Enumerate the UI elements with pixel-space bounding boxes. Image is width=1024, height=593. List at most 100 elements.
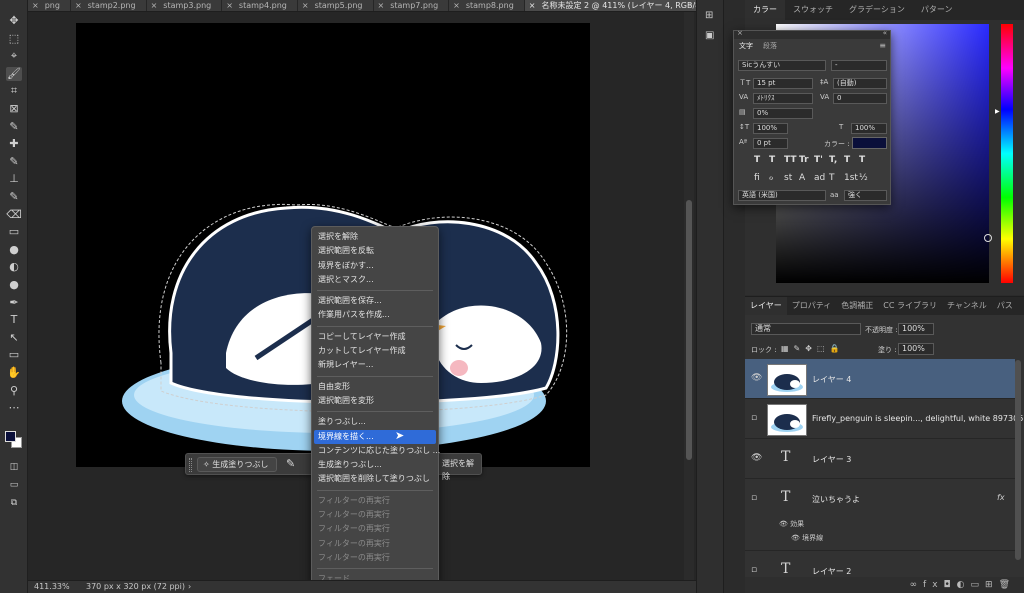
layer-name[interactable]: 泣いちゃうよ (812, 494, 860, 505)
tab-close-icon[interactable]: × (151, 0, 158, 11)
layers-panel-tab[interactable]: チャンネル (942, 297, 992, 315)
eye-icon[interactable]: 👁 (751, 453, 762, 463)
layer-row[interactable]: ▫ Firefly_penguin is sleepin..., delightf… (745, 399, 1023, 439)
menu-item[interactable]: 選択範囲を保存... (312, 294, 438, 308)
language-select[interactable]: 英語 (米国) (738, 190, 826, 201)
document-tab[interactable]: × stamp8.png (449, 0, 525, 11)
tool-icon[interactable]: ✎ (6, 190, 22, 204)
type-style-button[interactable]: T, (829, 155, 837, 165)
tool-icon[interactable]: ⊠ (6, 102, 22, 116)
tool-icon[interactable]: ✎ (6, 155, 22, 169)
visibility-toggle[interactable]: ▫ (751, 413, 757, 423)
history-icon[interactable]: ⊞ (705, 10, 713, 21)
antialias-select[interactable]: 強く (844, 190, 887, 201)
color-picker-marker[interactable] (984, 234, 992, 242)
brush-icon[interactable]: ✎ (286, 457, 295, 470)
eye-icon[interactable]: 👁 (751, 373, 762, 383)
tab-overflow-icon[interactable]: » (687, 0, 692, 9)
opentype-button[interactable]: ℴ (769, 173, 773, 183)
layer-name[interactable]: レイヤー 4 (812, 374, 851, 385)
quick-mask-icon[interactable]: ◫ (6, 460, 22, 474)
collapse-icon[interactable]: « (883, 29, 887, 37)
document-tab[interactable]: × stamp7.png (374, 0, 450, 11)
tool-icon[interactable]: ▭ (6, 348, 22, 362)
tool-icon[interactable]: ▭ (6, 225, 22, 239)
blend-mode-select[interactable]: 通常 (751, 323, 861, 335)
screen-mode-icon[interactable]: ▭ (6, 478, 22, 492)
layers-scrollbar[interactable] (1015, 360, 1021, 560)
menu-item[interactable]: 塗りつぶし... (312, 415, 438, 429)
opentype-button[interactable]: ad (814, 173, 825, 183)
lock-icons[interactable]: ▦✎✥⬚🔒 (781, 344, 844, 353)
fx-badge[interactable]: fx (997, 493, 1005, 502)
color-panel-tab[interactable]: カラー (745, 0, 785, 20)
document-tab[interactable]: × stamp2.png (71, 0, 147, 11)
menu-item[interactable]: カットしてレイヤー作成 (312, 344, 438, 358)
type-style-button[interactable]: TT (784, 155, 797, 165)
opentype-button[interactable]: 1st (844, 173, 858, 183)
leading-field[interactable]: (自動) (833, 78, 887, 89)
panel-menu-icon[interactable]: ≡ (879, 41, 886, 50)
vertical-scale-field[interactable]: 100% (753, 123, 788, 134)
type-style-button[interactable]: T' (814, 155, 823, 165)
font-family-select[interactable]: Sicうんすい (738, 60, 826, 71)
layers-panel-tab[interactable]: CC ライブラリ (878, 297, 942, 315)
menu-item[interactable]: コピーしてレイヤー作成 (312, 330, 438, 344)
tab-close-icon[interactable]: × (453, 0, 460, 11)
visibility-toggle[interactable]: ▫ (751, 565, 757, 575)
menu-item[interactable]: 新規レイヤー... (312, 358, 438, 372)
color-panel-tab[interactable]: グラデーション (841, 0, 913, 20)
opacity-field[interactable]: 100% (898, 323, 934, 335)
opentype-button[interactable]: A (799, 173, 805, 183)
close-icon[interactable]: × (737, 29, 743, 37)
tab-close-icon[interactable]: × (32, 0, 39, 11)
layers-panel-tab[interactable]: プロパティ (787, 297, 837, 315)
drag-handle-icon[interactable] (189, 458, 192, 472)
tracking-field[interactable]: 0 (833, 93, 887, 104)
tab-close-icon[interactable]: × (75, 0, 82, 11)
foreground-color-swatch[interactable] (5, 431, 16, 442)
effects-label[interactable]: 👁 効果 (779, 519, 804, 529)
generative-fill-button[interactable]: ✧ 生成塗りつぶし (197, 457, 277, 472)
tool-icon[interactable]: ⊥ (6, 172, 22, 186)
tool-icon[interactable]: ⬚ (6, 32, 22, 46)
kerning-field[interactable]: ﾒﾄﾘｸｽ (753, 93, 813, 104)
tool-icon[interactable]: ↖ (6, 331, 22, 345)
horizontal-scale-field[interactable]: 100% (851, 123, 887, 134)
font-style-select[interactable]: - (831, 60, 887, 71)
text-color-swatch[interactable] (852, 137, 887, 149)
tool-icon[interactable]: ✎ (6, 120, 22, 134)
tool-icon[interactable]: ● (6, 243, 22, 257)
tab-close-icon[interactable]: × (302, 0, 309, 11)
baseline-shift-field[interactable]: 0 pt (753, 138, 788, 149)
font-size-field[interactable]: 15 pt (753, 78, 813, 89)
color-panel-tab[interactable]: スウォッチ (785, 0, 841, 20)
tab-paragraph[interactable]: 段落 (758, 39, 782, 53)
tool-icon[interactable]: ● (6, 278, 22, 292)
hue-slider-handle[interactable]: ▶ (995, 108, 1000, 115)
menu-item[interactable]: 選択を解除 (312, 230, 438, 244)
tool-icon[interactable]: ⋯ (6, 401, 22, 415)
tool-icon[interactable]: ✒ (6, 296, 22, 310)
color-panel-tab[interactable]: パターン (913, 0, 961, 20)
hue-slider[interactable] (1001, 24, 1013, 283)
tab-close-icon[interactable]: × (378, 0, 385, 11)
menu-item[interactable]: 境界線を描く... (314, 429, 436, 444)
opentype-button[interactable]: st (784, 173, 792, 183)
vertical-scroll-thumb[interactable] (686, 200, 692, 460)
type-style-button[interactable]: T (859, 155, 865, 165)
layers-panel-tab[interactable]: レイヤー (745, 297, 787, 315)
menu-item[interactable]: 選択範囲を反転 (312, 244, 438, 258)
visibility-toggle[interactable]: ▫ (751, 493, 757, 503)
document-tab[interactable]: × 名称未設定 2 @ 411% (レイヤー 4, RGB/8) * (524, 0, 696, 11)
type-style-button[interactable]: T (754, 155, 760, 165)
opentype-button[interactable]: ½ (859, 173, 868, 183)
layer-name[interactable]: レイヤー 2 (812, 566, 851, 577)
type-style-button[interactable]: Tr (799, 155, 809, 165)
zoom-level[interactable]: 411.33% (34, 581, 70, 593)
menu-item[interactable]: 自由変形 (312, 380, 438, 394)
layer-row[interactable]: ▫ T 泣いちゃうよ fx 👁 効果 👁 境界線 (745, 479, 1015, 551)
tool-icon[interactable]: T (6, 313, 22, 327)
tool-icon[interactable]: ✚ (6, 137, 22, 151)
menu-item[interactable]: 選択とマスク... (312, 273, 438, 287)
